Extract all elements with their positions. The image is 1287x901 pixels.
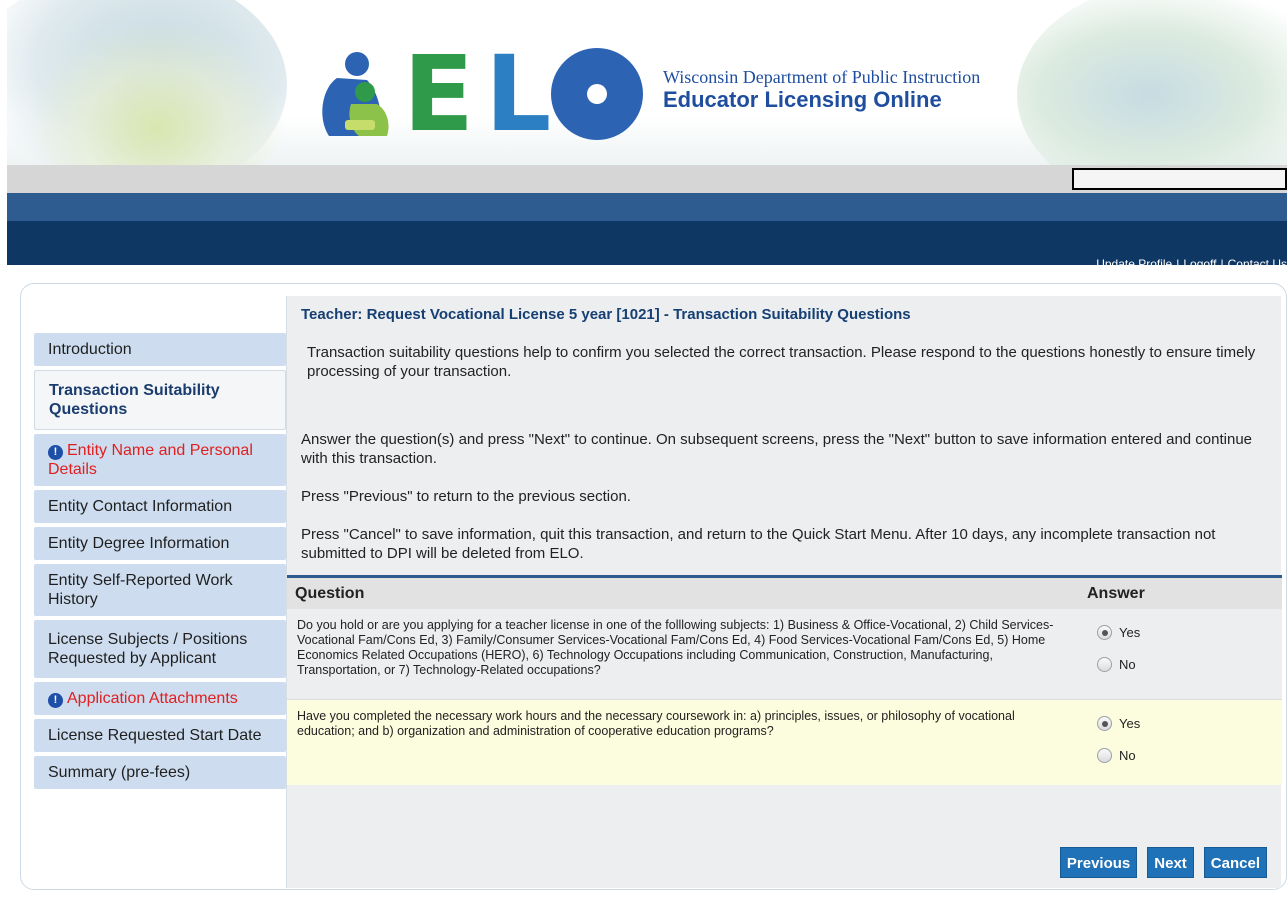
site-header: E L Wisconsin Department of Public Instr… [7, 0, 1287, 165]
sidebar-item-application-attachments[interactable]: ! Application Attachments [34, 682, 286, 715]
main-panel: Teacher: Request Vocational License 5 ye… [286, 296, 1282, 888]
sidebar-item-label: Introduction [48, 341, 132, 358]
header-search-box[interactable] [1072, 168, 1287, 190]
answer-column-header: Answer [1087, 585, 1145, 602]
logo-letter-e: E [403, 33, 475, 155]
logoff-link[interactable]: Logoff [1183, 257, 1216, 271]
radio-unselected-icon [1097, 657, 1112, 672]
alert-icon: ! [48, 693, 63, 708]
elo-logo: E L [307, 33, 647, 155]
sidebar-item-label: Entity Name and Personal Details [48, 442, 253, 478]
sidebar-item-summary-pre-fees[interactable]: Summary (pre-fees) [34, 756, 286, 789]
radio-label: Yes [1119, 625, 1141, 640]
sidebar-item-label: Transaction Suitability Questions [49, 382, 220, 418]
instruction-next: Answer the question(s) and press "Next" … [301, 431, 1253, 467]
navigation-buttons: Previous Next Cancel [1059, 847, 1267, 878]
link-separator: | [1176, 257, 1180, 271]
utility-links: Update Profile | Logoff | Contact Us [1096, 257, 1287, 271]
contact-us-link[interactable]: Contact Us [1228, 257, 1287, 271]
agency-name: Wisconsin Department of Public Instructi… [663, 67, 981, 87]
logo-letter-o [551, 48, 643, 140]
radio-label: Yes [1119, 716, 1141, 731]
sidebar-item-label: License Requested Start Date [48, 727, 262, 744]
sidebar-nav: Introduction Transaction Suitability Que… [34, 333, 286, 793]
sidebar-item-label: Entity Degree Information [48, 535, 230, 552]
sidebar-item-entity-name-personal-details[interactable]: ! Entity Name and Personal Details [34, 434, 286, 486]
radio-label: No [1119, 748, 1136, 763]
brand-text: Wisconsin Department of Public Instructi… [663, 66, 980, 112]
blue-bar [7, 193, 1287, 221]
question-text: Have you completed the necessary work ho… [297, 709, 1015, 738]
sidebar-item-label: Entity Contact Information [48, 498, 233, 515]
answer-no-radio[interactable]: No [1097, 655, 1140, 674]
questions-table-header: Question Answer [287, 578, 1282, 609]
radio-unselected-icon [1097, 748, 1112, 763]
sidebar-item-label: License Subjects / Positions Requested b… [48, 631, 248, 667]
sidebar-item-label: Summary (pre-fees) [48, 764, 191, 781]
parent-child-logo-icon [322, 52, 389, 136]
instruction-cancel: Press "Cancel" to save information, quit… [301, 526, 1216, 562]
link-separator: | [1220, 257, 1224, 271]
next-button[interactable]: Next [1147, 847, 1194, 878]
answer-radio-group: Yes No [1097, 623, 1140, 687]
question-column-header: Question [295, 585, 365, 602]
sidebar-item-entity-contact-information[interactable]: Entity Contact Information [34, 490, 286, 523]
previous-button[interactable]: Previous [1059, 847, 1138, 878]
sidebar-item-introduction[interactable]: Introduction [34, 333, 286, 366]
radio-label: No [1119, 657, 1136, 672]
answer-yes-radio[interactable]: Yes [1097, 623, 1140, 642]
table-row: Do you hold or are you applying for a te… [287, 609, 1282, 699]
app-name: Educator Licensing Online [663, 87, 942, 112]
sidebar-item-license-requested-start-date[interactable]: License Requested Start Date [34, 719, 286, 752]
table-row: Have you completed the necessary work ho… [287, 699, 1282, 785]
question-text: Do you hold or are you applying for a te… [297, 618, 1054, 677]
questions-table: Question Answer Do you hold or are you a… [287, 575, 1282, 785]
cancel-button[interactable]: Cancel [1203, 847, 1267, 878]
sidebar-item-license-subjects-positions[interactable]: License Subjects / Positions Requested b… [34, 620, 286, 678]
radio-selected-icon [1097, 625, 1112, 640]
answer-no-radio[interactable]: No [1097, 746, 1140, 765]
page-title: Teacher: Request Vocational License 5 ye… [301, 306, 911, 323]
sidebar-item-entity-degree-information[interactable]: Entity Degree Information [34, 527, 286, 560]
radio-selected-icon [1097, 716, 1112, 731]
navy-bar [7, 221, 1287, 265]
sidebar-item-label: Application Attachments [67, 690, 238, 707]
instruction-previous: Press "Previous" to return to the previo… [301, 488, 631, 505]
intro-text: Transaction suitability questions help t… [307, 344, 1256, 380]
answer-yes-radio[interactable]: Yes [1097, 714, 1140, 733]
sidebar-item-transaction-suitability-questions[interactable]: Transaction Suitability Questions [34, 370, 286, 430]
alert-icon: ! [48, 445, 63, 460]
update-profile-link[interactable]: Update Profile [1096, 257, 1172, 271]
sidebar-item-entity-work-history[interactable]: Entity Self-Reported Work History [34, 564, 286, 616]
logo-letter-l: L [485, 33, 552, 155]
sidebar-item-label: Entity Self-Reported Work History [48, 572, 233, 608]
answer-radio-group: Yes No [1097, 714, 1140, 778]
header-decoration-right [1017, 0, 1287, 165]
